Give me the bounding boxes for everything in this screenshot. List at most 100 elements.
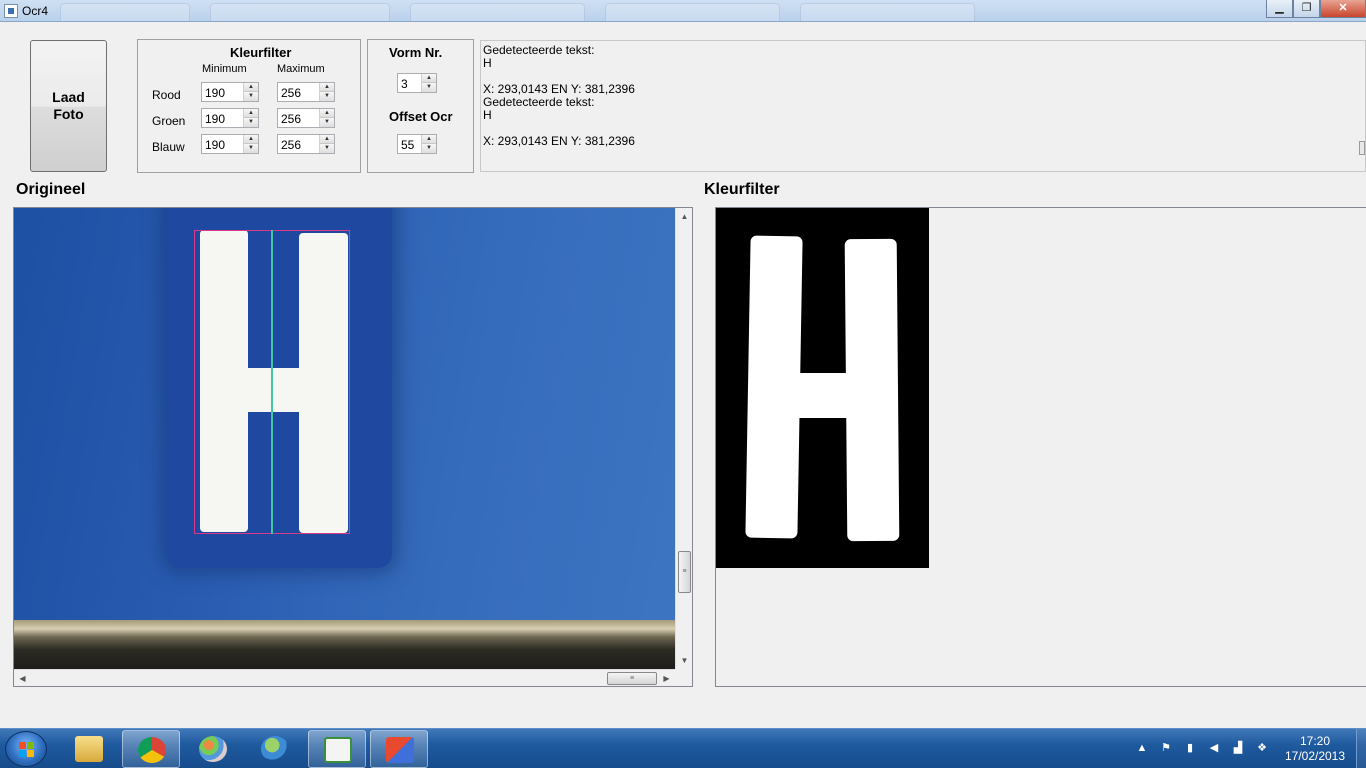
blauw-min-value: 190 — [205, 138, 226, 152]
spin-up-icon[interactable]: ▲ — [320, 83, 334, 92]
ocr-output-textbox[interactable]: Gedetecteerde tekst: H X: 293,0143 EN Y:… — [480, 40, 1366, 172]
scroll-down-icon[interactable]: ▼ — [676, 652, 693, 669]
row-label-rood: Rood — [152, 88, 181, 102]
offset-ocr-title: Offset Ocr — [389, 109, 453, 124]
close-button[interactable]: ✕ — [1320, 0, 1366, 18]
minimize-button[interactable]: ▁ — [1266, 0, 1293, 18]
rood-max-stepper[interactable]: 256 ▲ ▼ — [277, 82, 335, 102]
horizontal-scroll-thumb[interactable]: ≡ — [607, 672, 657, 685]
show-desktop-button[interactable] — [1356, 729, 1366, 768]
vertical-scroll-thumb[interactable]: ≡ — [678, 551, 691, 593]
output-line: H — [483, 56, 492, 70]
row-label-blauw: Blauw — [152, 140, 185, 154]
output-line: H — [483, 108, 492, 122]
restore-button[interactable]: ❐ — [1293, 0, 1320, 18]
users-icon — [261, 736, 289, 762]
vorm-nr-stepper[interactable]: 3 ▲ ▼ — [397, 73, 437, 93]
ocr4-app-icon — [386, 737, 414, 763]
load-photo-label-line1: Laad — [52, 89, 85, 105]
chrome-icon — [138, 737, 166, 763]
vorm-nr-title: Vorm Nr. — [389, 45, 443, 60]
original-image-panel[interactable]: ▲ ≡ ▼ ◀ ≡ ▶ — [13, 207, 693, 687]
output-line: Gedetecteerde tekst: — [483, 43, 595, 57]
horizontal-scrollbar[interactable]: ◀ ≡ ▶ — [14, 669, 675, 686]
original-label: Origineel — [16, 181, 86, 198]
tray-expand-icon[interactable]: ▲ — [1135, 741, 1149, 755]
rood-min-stepper[interactable]: 190 ▲ ▼ — [201, 82, 259, 102]
spin-down-icon[interactable]: ▼ — [244, 92, 258, 101]
network-icon[interactable]: ▟ — [1231, 741, 1245, 755]
filtered-image — [716, 208, 929, 568]
spin-down-icon[interactable]: ▼ — [320, 144, 334, 153]
kleurfilter-group-title: Kleurfilter — [230, 45, 292, 60]
scroll-left-icon[interactable]: ◀ — [14, 670, 31, 687]
load-photo-label-line2: Foto — [53, 106, 84, 122]
output-scrollbar[interactable] — [1359, 141, 1365, 155]
rood-max-value: 256 — [281, 86, 302, 100]
spin-up-icon[interactable]: ▲ — [422, 135, 436, 144]
vorm-group: Vorm Nr. 3 ▲ ▼ Offset Ocr 55 ▲ ▼ — [367, 39, 474, 173]
minimum-header: Minimum — [202, 63, 247, 75]
offset-ocr-value: 55 — [401, 138, 415, 152]
spin-up-icon[interactable]: ▲ — [422, 74, 436, 83]
power-icon[interactable]: ▮ — [1183, 741, 1197, 755]
blauw-max-value: 256 — [281, 138, 302, 152]
taskbar-file-explorer[interactable] — [60, 730, 118, 768]
row-label-groen: Groen — [152, 114, 186, 128]
scroll-right-icon[interactable]: ▶ — [658, 670, 675, 687]
groen-max-value: 256 — [281, 112, 302, 126]
start-button[interactable] — [5, 731, 47, 767]
spin-down-icon[interactable]: ▼ — [320, 118, 334, 127]
flag-icon[interactable]: ⚑ — [1159, 741, 1173, 755]
spin-up-icon[interactable]: ▲ — [244, 83, 258, 92]
csharp-icon — [324, 737, 352, 763]
spin-down-icon[interactable]: ▼ — [422, 144, 436, 153]
spin-up-icon[interactable]: ▲ — [320, 109, 334, 118]
spin-down-icon[interactable]: ▼ — [422, 83, 436, 92]
taskbar-paint[interactable] — [184, 730, 242, 768]
rood-min-value: 190 — [205, 86, 226, 100]
maximum-header: Maximum — [277, 63, 325, 75]
photo-bottom-edge — [14, 620, 675, 669]
vorm-nr-value: 3 — [401, 77, 408, 91]
offset-ocr-stepper[interactable]: 55 ▲ ▼ — [397, 134, 437, 154]
paint-icon — [199, 736, 227, 762]
groen-max-stepper[interactable]: 256 ▲ ▼ — [277, 108, 335, 128]
groen-min-stepper[interactable]: 190 ▲ ▼ — [201, 108, 259, 128]
clock-time: 17:20 — [1299, 734, 1331, 748]
clock[interactable]: 17:20 17/02/2013 — [1275, 734, 1355, 764]
scroll-up-icon[interactable]: ▲ — [676, 208, 693, 225]
groen-min-value: 190 — [205, 112, 226, 126]
windows-logo-icon — [19, 742, 35, 758]
taskbar-users[interactable] — [246, 730, 304, 768]
window-controls: ▁ ❐ ✕ — [1266, 0, 1366, 18]
taskbar-chrome[interactable] — [122, 730, 180, 768]
taskbar-csharp[interactable] — [308, 730, 366, 768]
volume-icon[interactable]: ◀ — [1207, 741, 1221, 755]
filter-label: Kleurfilter — [704, 181, 780, 198]
spin-down-icon[interactable]: ▼ — [244, 118, 258, 127]
spin-up-icon[interactable]: ▲ — [244, 135, 258, 144]
background-browser-tabs — [60, 1, 1020, 21]
taskbar-ocr4-app[interactable] — [370, 730, 428, 768]
output-line: X: 293,0143 EN Y: 381,2396 — [483, 134, 635, 148]
spin-down-icon[interactable]: ▼ — [244, 144, 258, 153]
original-photo — [14, 208, 675, 669]
spin-up-icon[interactable]: ▲ — [320, 135, 334, 144]
app-icon — [4, 4, 18, 18]
load-photo-button[interactable]: Laad Foto — [30, 40, 107, 172]
title-bar: Ocr4 ▁ ❐ ✕ — [0, 0, 1366, 22]
file-explorer-icon — [75, 736, 103, 762]
dropbox-icon[interactable]: ❖ — [1255, 741, 1269, 755]
spin-up-icon[interactable]: ▲ — [244, 109, 258, 118]
scrollbar-corner — [675, 669, 692, 686]
clock-date: 17/02/2013 — [1284, 749, 1346, 763]
spin-down-icon[interactable]: ▼ — [320, 92, 334, 101]
blauw-max-stepper[interactable]: 256 ▲ ▼ — [277, 134, 335, 154]
kleurfilter-group: Kleurfilter Minimum Maximum Rood 190 ▲ ▼ … — [137, 39, 361, 173]
filter-image-panel[interactable] — [715, 207, 1366, 687]
output-line: Gedetecteerde tekst: — [483, 95, 595, 109]
blauw-min-stepper[interactable]: 190 ▲ ▼ — [201, 134, 259, 154]
vertical-scrollbar[interactable]: ▲ ≡ ▼ — [675, 208, 692, 669]
detection-center-line — [271, 230, 273, 534]
